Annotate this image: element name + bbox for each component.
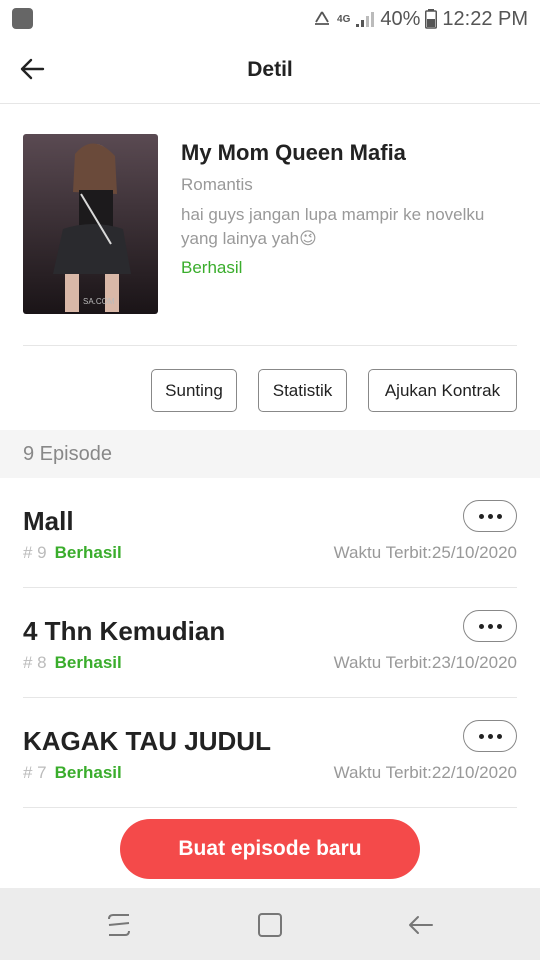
status-indicators: 4G 40% 12:22 PM — [312, 5, 528, 33]
dot-icon — [478, 733, 484, 739]
episode-number: # 8 — [23, 653, 47, 672]
publish-label: Waktu Terbit: — [333, 763, 432, 782]
episode-item[interactable]: Mall # 9 Berhasil Waktu Terbit:25/10/2020 — [23, 478, 517, 588]
clock: 12:22 PM — [442, 7, 528, 30]
publish-date-value: 22/10/2020 — [431, 763, 517, 782]
episode-meta: # 8 Berhasil — [23, 653, 122, 673]
dot-icon — [487, 513, 493, 519]
book-status: Berhasil — [181, 258, 243, 277]
episode-title: KAGAK TAU JUDUL — [23, 726, 271, 756]
app-notification-icon — [12, 8, 33, 29]
page-title: Detil — [247, 58, 293, 81]
episode-publish-date: Waktu Terbit:22/10/2020 — [334, 763, 517, 783]
publish-label: Waktu Terbit: — [333, 653, 432, 672]
dot-icon — [487, 733, 493, 739]
recent-apps-icon — [108, 914, 130, 936]
episode-meta: # 9 Berhasil — [23, 543, 122, 563]
submit-contract-button[interactable]: Ajukan Kontrak — [368, 369, 517, 412]
publish-label: Waktu Terbit: — [333, 543, 432, 562]
dot-icon — [487, 623, 493, 629]
system-back-button[interactable] — [400, 908, 440, 942]
episode-item[interactable]: 4 Thn Kemudian # 8 Berhasil Waktu Terbit:… — [23, 588, 517, 698]
edit-button[interactable]: Sunting — [151, 369, 237, 412]
book-genre: Romantis — [181, 175, 253, 194]
episode-count: 9 Episode — [23, 443, 112, 465]
book-title: My Mom Queen Mafia — [181, 140, 406, 165]
dot-icon — [496, 513, 502, 519]
cover-watermark: SA.COM — [83, 297, 115, 306]
more-options-button[interactable] — [463, 720, 517, 752]
episode-status: Berhasil — [54, 763, 122, 782]
dot-icon — [478, 513, 484, 519]
home-button[interactable] — [250, 908, 290, 942]
app-header: Detil — [0, 38, 540, 104]
battery-percent: 40% — [380, 7, 421, 30]
create-episode-button[interactable]: Buat episode baru — [120, 819, 420, 879]
dot-icon — [496, 623, 502, 629]
episode-number: # 7 — [23, 763, 47, 782]
dot-icon — [478, 623, 484, 629]
episode-status: Berhasil — [54, 543, 122, 562]
system-nav-bar — [0, 888, 540, 960]
more-options-button[interactable] — [463, 610, 517, 642]
bottom-action-bar: Buat episode baru — [0, 808, 540, 888]
status-bar: 4G 40% 12:22 PM — [0, 0, 540, 38]
dot-icon — [496, 733, 502, 739]
episode-item[interactable]: KAGAK TAU JUDUL # 7 Berhasil Waktu Terbit… — [23, 698, 517, 808]
more-options-button[interactable] — [463, 500, 517, 532]
book-description: hai guys jangan lupa mampir ke novelku y… — [181, 205, 485, 248]
episode-meta: # 7 Berhasil — [23, 763, 122, 783]
episode-title: Mall — [23, 506, 74, 536]
recent-apps-button[interactable] — [99, 908, 139, 942]
episode-publish-date: Waktu Terbit:25/10/2020 — [334, 543, 517, 563]
divider — [23, 345, 517, 346]
episode-publish-date: Waktu Terbit:23/10/2020 — [334, 653, 517, 673]
statistics-button[interactable]: Statistik — [258, 369, 347, 412]
episode-count-bar: 9 Episode — [0, 430, 540, 478]
signal-icon — [356, 12, 375, 27]
publish-date-value: 25/10/2020 — [431, 543, 517, 562]
back-icon — [409, 916, 433, 934]
episode-status: Berhasil — [54, 653, 122, 672]
network-type: 4G — [337, 13, 351, 25]
publish-date-value: 23/10/2020 — [431, 653, 517, 672]
episode-title: 4 Thn Kemudian — [23, 616, 226, 646]
episode-number: # 9 — [23, 543, 47, 562]
book-cover-image[interactable]: SA.COM — [23, 134, 158, 314]
recycle-icon — [315, 11, 330, 25]
home-icon — [258, 913, 282, 937]
battery-icon — [425, 9, 438, 29]
